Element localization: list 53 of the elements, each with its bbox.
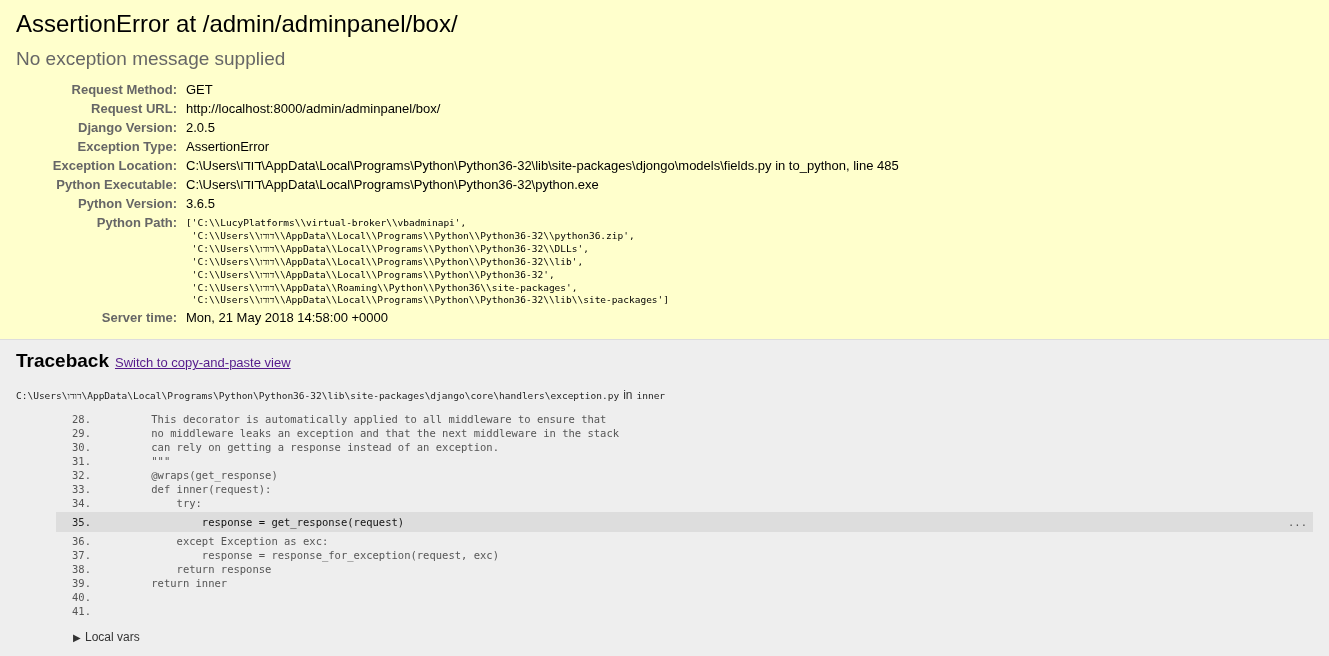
line-number: 29. bbox=[71, 427, 92, 440]
line-number: 36. bbox=[71, 535, 92, 548]
source-code: This decorator is automatically applied to all middleware to ensure that bbox=[150, 413, 608, 426]
line-number: 31. bbox=[71, 455, 92, 468]
source-code: except Exception as exc: bbox=[175, 535, 330, 548]
meta-value: Mon, 21 May 2018 14:58:00 +0000 bbox=[185, 309, 389, 328]
meta-value: GET bbox=[185, 81, 214, 99]
meta-label: Server time: bbox=[100, 309, 178, 328]
meta-label: Exception Type: bbox=[76, 138, 178, 156]
source-code: response = get_response(request) bbox=[200, 516, 406, 529]
meta-value: C:\Users\דודו\AppData\Local\Programs\Python\Python36-32\python.exe bbox=[185, 176, 600, 194]
meta-value: http://localhost:8000/admin/adminpanel/box/ bbox=[185, 100, 442, 118]
meta-value: 3.6.5 bbox=[185, 195, 216, 213]
line-number: 41. bbox=[71, 605, 92, 618]
python-path-value: ['C:\\LucyPlatforms\\virtual-broker\\vbadminapi', 'C:\\Users\\דודו\\AppData\\Local\\Programs\\Python\\Python36-32\\python36.zip', 'C:\\Users\\דודו\\AppData\\Local\\Programs\\Python\\Python36-32\\DLLs', 'C:\\Users\\דודו\\AppData\\Local\\Programs\\Python\\Python36-32\\lib', 'C:\\Users\\דודו\\AppData\\Local\\Programs\\Python\\Python36-32', 'C:\\Users\\דודו\\AppData\\Roaming\\Python\\Python36\\site-packages', 'C:\\Users\\דודו\\AppData\\Local\\Programs\\Python\\Python36-32\\lib\\site-packages'] bbox=[186, 216, 670, 308]
line-number: 28. bbox=[71, 413, 92, 426]
local-vars-toggle[interactable]: ▶ Local vars bbox=[73, 630, 1313, 645]
meta-label: Python Executable: bbox=[55, 176, 178, 194]
line-number: 33. bbox=[71, 483, 92, 496]
source-code: response = response_for_exception(request, exc) bbox=[200, 549, 500, 562]
frame-function: inner bbox=[636, 390, 666, 402]
source-code: @wraps(get_response) bbox=[150, 469, 279, 482]
expand-context[interactable]: ... bbox=[1288, 516, 1307, 529]
line-number: 32. bbox=[71, 469, 92, 482]
meta-label: Request Method: bbox=[70, 81, 178, 99]
line-number: 34. bbox=[71, 497, 92, 510]
source-code: return response bbox=[175, 563, 273, 576]
meta-label: Request URL: bbox=[90, 100, 178, 118]
line-number: 37. bbox=[71, 549, 92, 562]
line-number: 35. bbox=[71, 516, 92, 529]
source-code: def inner(request): bbox=[150, 483, 273, 496]
meta-label: Exception Location: bbox=[51, 157, 178, 175]
in-label: in bbox=[623, 388, 633, 403]
traceback-heading: Traceback bbox=[16, 350, 109, 373]
source-code: can rely on getting a response instead of an exception. bbox=[150, 441, 500, 454]
source-code: return inner bbox=[150, 577, 229, 590]
source-code: """ bbox=[150, 455, 172, 468]
line-number: 30. bbox=[71, 441, 92, 454]
error-title: AssertionError at /admin/adminpanel/box/ bbox=[16, 10, 459, 38]
meta-value: 2.0.5 bbox=[185, 119, 216, 137]
source-code: try: bbox=[175, 497, 203, 510]
line-number: 38. bbox=[71, 563, 92, 576]
meta-value: C:\Users\דודו\AppData\Local\Programs\Python\Python36-32\lib\site-packages\djongo\models\fields.py in to_python, line 485 bbox=[185, 157, 900, 175]
meta-label: Django Version: bbox=[77, 119, 178, 137]
meta-label: Python Version: bbox=[77, 195, 178, 213]
meta-value: AssertionError bbox=[185, 138, 271, 156]
meta-label: Python Path: bbox=[95, 214, 178, 232]
exception-message: No exception message supplied bbox=[16, 48, 287, 70]
frame-file-path: C:\Users\דודו\AppData\Local\Programs\Python\Python36-32\lib\site-packages\django\core\handlers\exception.py bbox=[16, 390, 620, 402]
source-code: no middleware leaks an exception and that the next middleware in the stack bbox=[150, 427, 621, 440]
copy-paste-view-link[interactable]: Switch to copy-and-paste view bbox=[114, 355, 291, 371]
line-number: 40. bbox=[71, 591, 92, 604]
line-number: 39. bbox=[71, 577, 92, 590]
